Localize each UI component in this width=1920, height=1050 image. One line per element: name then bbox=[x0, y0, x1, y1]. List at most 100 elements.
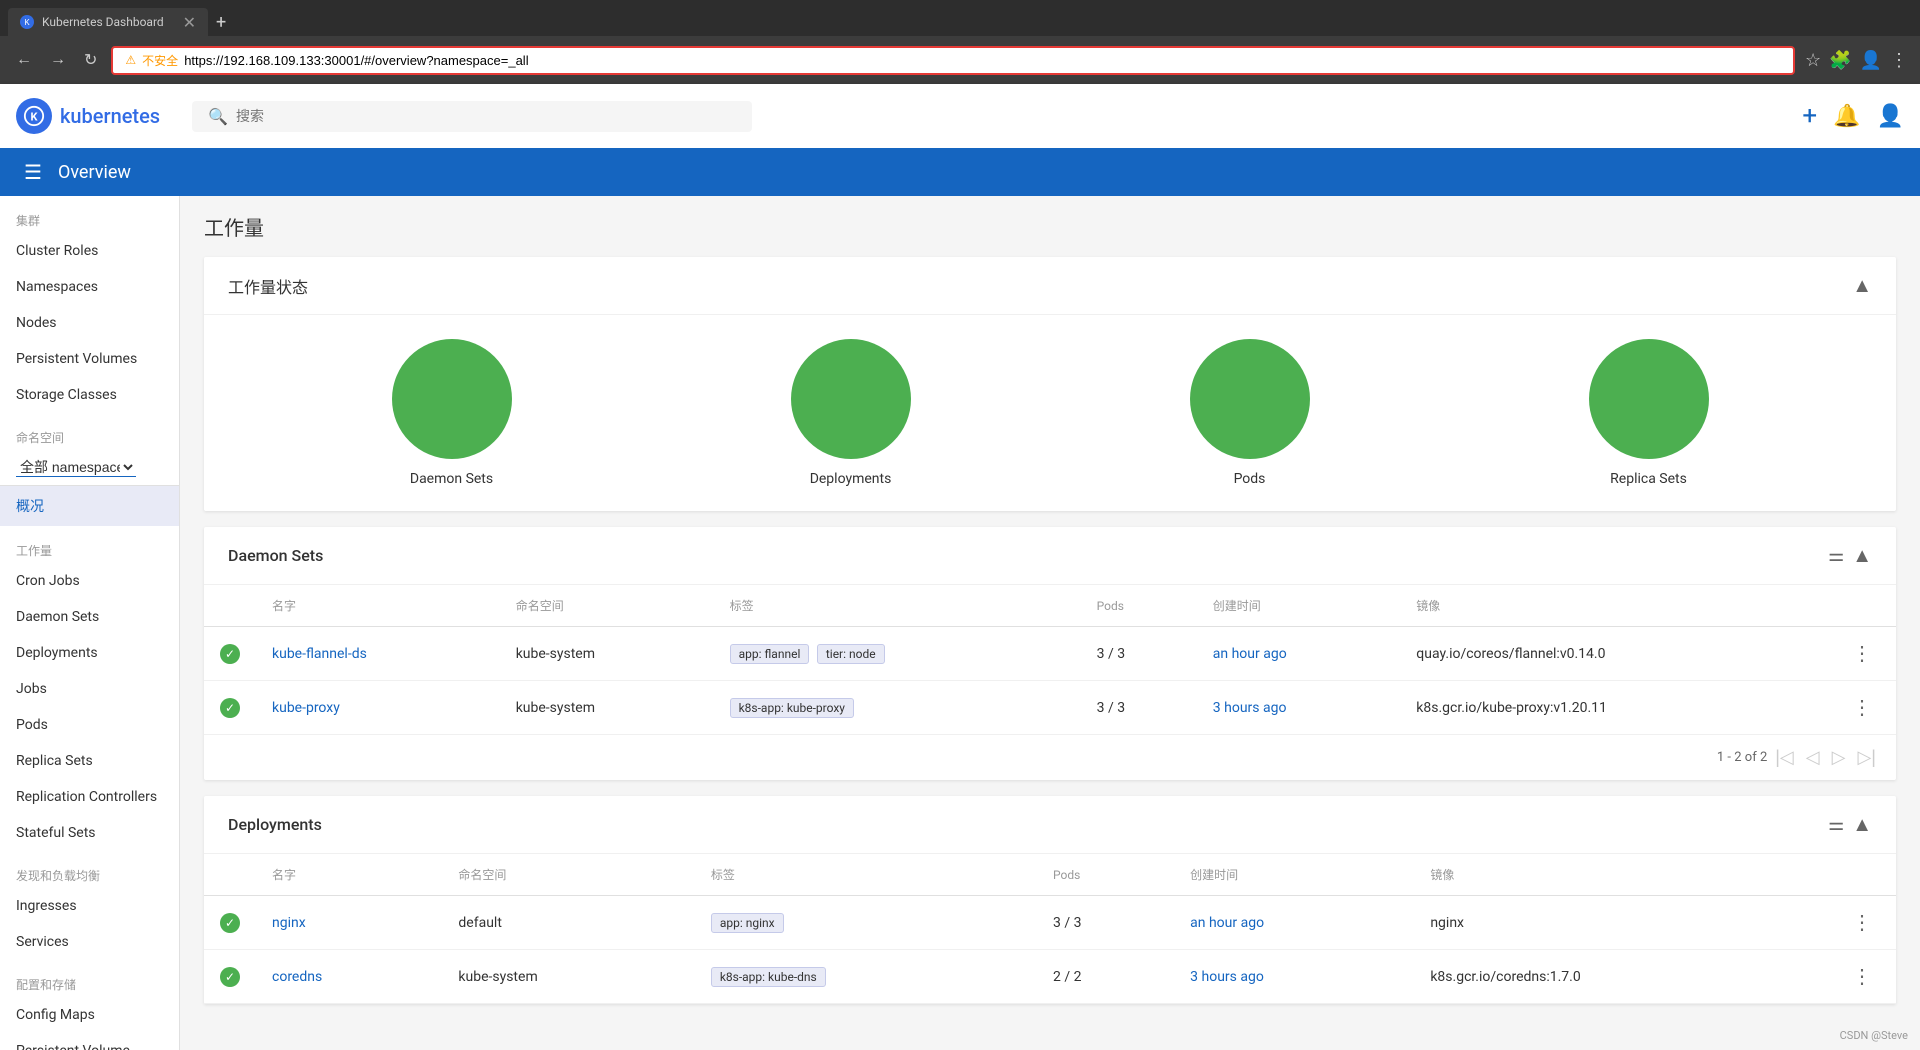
tag-k8s-app-kube-proxy[interactable]: k8s-app: kube-proxy bbox=[730, 698, 854, 718]
daemon-set-time-1[interactable]: an hour ago bbox=[1213, 646, 1287, 662]
svg-text:K: K bbox=[31, 111, 39, 124]
deployments-collapse-icon[interactable]: ▲ bbox=[1852, 812, 1872, 837]
sidebar-item-ingresses[interactable]: Ingresses bbox=[0, 888, 179, 924]
sidebar-item-stateful-sets[interactable]: Stateful Sets bbox=[0, 815, 179, 851]
daemon-set-tags-2: k8s-app: kube-proxy bbox=[714, 681, 1081, 735]
sidebar-item-replica-sets[interactable]: Replica Sets bbox=[0, 743, 179, 779]
user-icon[interactable]: 👤 bbox=[1860, 50, 1882, 71]
sidebar-item-persistent-volume-claims[interactable]: Persistent Volume Claims bbox=[0, 1033, 179, 1050]
reload-button[interactable]: ↻ bbox=[80, 46, 101, 74]
sidebar-item-overview[interactable]: 概况 bbox=[0, 486, 179, 526]
new-tab-button[interactable]: + bbox=[208, 12, 234, 33]
page-header: ☰ Overview bbox=[0, 148, 1920, 196]
sidebar-item-storage-classes[interactable]: Storage Classes bbox=[0, 377, 179, 413]
sidebar: 集群 Cluster Roles Namespaces Nodes Persis… bbox=[0, 196, 180, 1050]
main-content: 工作量 工作量状态 ▲ Daemon Sets Deployments bbox=[180, 196, 1920, 1050]
deployment-more-coredns[interactable]: ⋮ bbox=[1844, 962, 1880, 991]
page-title: Overview bbox=[58, 162, 131, 183]
deployment-time-nginx[interactable]: an hour ago bbox=[1190, 915, 1264, 931]
deployment-time-coredns[interactable]: 3 hours ago bbox=[1190, 969, 1264, 985]
hamburger-menu[interactable]: ☰ bbox=[24, 160, 42, 184]
deployments-filter-icon[interactable]: ⚌ bbox=[1828, 814, 1844, 835]
replica-sets-circle bbox=[1589, 339, 1709, 459]
namespace-selector[interactable]: 全部 namespaces bbox=[0, 450, 179, 486]
circle-deployments: Deployments bbox=[791, 339, 911, 487]
sidebar-item-daemon-sets[interactable]: Daemon Sets bbox=[0, 599, 179, 635]
daemon-sets-circle bbox=[392, 339, 512, 459]
workload-status-card-header: 工作量状态 ▲ bbox=[204, 257, 1896, 315]
sidebar-config-section: 配置和存储 bbox=[0, 960, 179, 997]
daemon-sets-card: Daemon Sets ⚌ ▲ 名字 命名空间 标签 Pods bbox=[204, 527, 1896, 780]
sidebar-item-nodes[interactable]: Nodes bbox=[0, 305, 179, 341]
daemon-set-more-2[interactable]: ⋮ bbox=[1844, 693, 1880, 722]
browser-toolbar-actions: ☆ 🧩 👤 ⋮ bbox=[1805, 50, 1908, 71]
logo-text: kubernetes bbox=[60, 104, 160, 128]
account-icon[interactable]: 👤 bbox=[1877, 104, 1904, 129]
daemon-set-name-1[interactable]: kube-flannel-ds bbox=[272, 646, 367, 662]
sidebar-item-cluster-roles[interactable]: Cluster Roles bbox=[0, 233, 179, 269]
daemon-set-image-1: quay.io/coreos/flannel:v0.14.0 bbox=[1400, 627, 1828, 681]
dep-col-labels: 标签 bbox=[695, 854, 1037, 896]
sidebar-item-services[interactable]: Services bbox=[0, 924, 179, 960]
deployment-more-nginx[interactable]: ⋮ bbox=[1844, 908, 1880, 937]
tag-tier-node[interactable]: tier: node bbox=[817, 644, 885, 664]
dep-col-status bbox=[204, 854, 256, 896]
daemon-set-pods-1: 3 / 3 bbox=[1081, 627, 1197, 681]
deployments-header-actions: ⚌ ▲ bbox=[1828, 812, 1872, 837]
search-input[interactable] bbox=[236, 108, 736, 124]
sidebar-item-pods[interactable]: Pods bbox=[0, 707, 179, 743]
first-page-button[interactable]: |◁ bbox=[1771, 743, 1798, 772]
workload-status-card: 工作量状态 ▲ Daemon Sets Deployments Pods bbox=[204, 257, 1896, 511]
deployments-title: Deployments bbox=[228, 815, 1828, 834]
sidebar-item-config-maps[interactable]: Config Maps bbox=[0, 997, 179, 1033]
back-button[interactable]: ← bbox=[12, 47, 36, 73]
daemon-set-row-1: ✓ kube-flannel-ds kube-system app: flann… bbox=[204, 627, 1896, 681]
prev-page-button[interactable]: ◁ bbox=[1802, 743, 1824, 772]
daemon-sets-card-header: Daemon Sets ⚌ ▲ bbox=[204, 527, 1896, 585]
daemon-set-more-1[interactable]: ⋮ bbox=[1844, 639, 1880, 668]
search-box[interactable]: 🔍 bbox=[192, 101, 752, 132]
col-image: 镜像 bbox=[1400, 585, 1828, 627]
browser-toolbar: ← → ↻ ⚠ 不安全 ☆ 🧩 👤 ⋮ bbox=[0, 36, 1920, 84]
next-page-button[interactable]: ▷ bbox=[1828, 743, 1850, 772]
tag-app-nginx[interactable]: app: nginx bbox=[711, 913, 784, 933]
daemon-sets-collapse-icon[interactable]: ▲ bbox=[1852, 543, 1872, 568]
tag-k8s-app-kube-dns[interactable]: k8s-app: kube-dns bbox=[711, 967, 826, 987]
tag-app-flannel[interactable]: app: flannel bbox=[730, 644, 810, 664]
deployment-name-nginx[interactable]: nginx bbox=[272, 915, 306, 931]
tab-close-button[interactable]: ✕ bbox=[183, 13, 196, 32]
sidebar-item-namespaces[interactable]: Namespaces bbox=[0, 269, 179, 305]
app-header: K kubernetes 🔍 + 🔔 👤 bbox=[0, 84, 1920, 148]
forward-button[interactable]: → bbox=[46, 47, 70, 73]
bookmark-icon[interactable]: ☆ bbox=[1805, 50, 1821, 71]
workload-status-header-actions: ▲ bbox=[1852, 273, 1872, 298]
dep-col-pods: Pods bbox=[1037, 854, 1174, 896]
namespace-dropdown[interactable]: 全部 namespaces bbox=[16, 458, 136, 477]
sidebar-item-jobs[interactable]: Jobs bbox=[0, 671, 179, 707]
tab-favicon: K bbox=[20, 15, 34, 29]
deployment-name-coredns[interactable]: coredns bbox=[272, 969, 322, 985]
col-labels: 标签 bbox=[714, 585, 1081, 627]
daemon-set-time-2[interactable]: 3 hours ago bbox=[1213, 700, 1287, 716]
add-button[interactable]: + bbox=[1802, 101, 1817, 131]
sidebar-item-cron-jobs[interactable]: Cron Jobs bbox=[0, 563, 179, 599]
security-warning-icon: ⚠ bbox=[125, 53, 136, 67]
filter-icon[interactable]: ⚌ bbox=[1828, 545, 1844, 566]
last-page-button[interactable]: ▷| bbox=[1853, 743, 1880, 772]
daemon-sets-label: Daemon Sets bbox=[410, 471, 493, 487]
daemon-sets-header-actions: ⚌ ▲ bbox=[1828, 543, 1872, 568]
notifications-icon[interactable]: 🔔 bbox=[1833, 104, 1860, 129]
pods-label: Pods bbox=[1234, 471, 1266, 487]
circle-pods: Pods bbox=[1190, 339, 1310, 487]
menu-icon[interactable]: ⋮ bbox=[1890, 50, 1908, 71]
deployments-card: Deployments ⚌ ▲ 名字 命名空间 标签 Pods bbox=[204, 796, 1896, 1004]
sidebar-item-deployments[interactable]: Deployments bbox=[0, 635, 179, 671]
address-bar[interactable]: ⚠ 不安全 bbox=[111, 46, 1795, 75]
sidebar-item-persistent-volumes[interactable]: Persistent Volumes bbox=[0, 341, 179, 377]
collapse-icon[interactable]: ▲ bbox=[1852, 273, 1872, 298]
url-input[interactable] bbox=[184, 53, 1781, 68]
daemon-set-ns-1: kube-system bbox=[500, 627, 714, 681]
daemon-set-name-2[interactable]: kube-proxy bbox=[272, 700, 340, 716]
sidebar-item-replication-controllers[interactable]: Replication Controllers bbox=[0, 779, 179, 815]
extension-icon[interactable]: 🧩 bbox=[1829, 50, 1851, 71]
